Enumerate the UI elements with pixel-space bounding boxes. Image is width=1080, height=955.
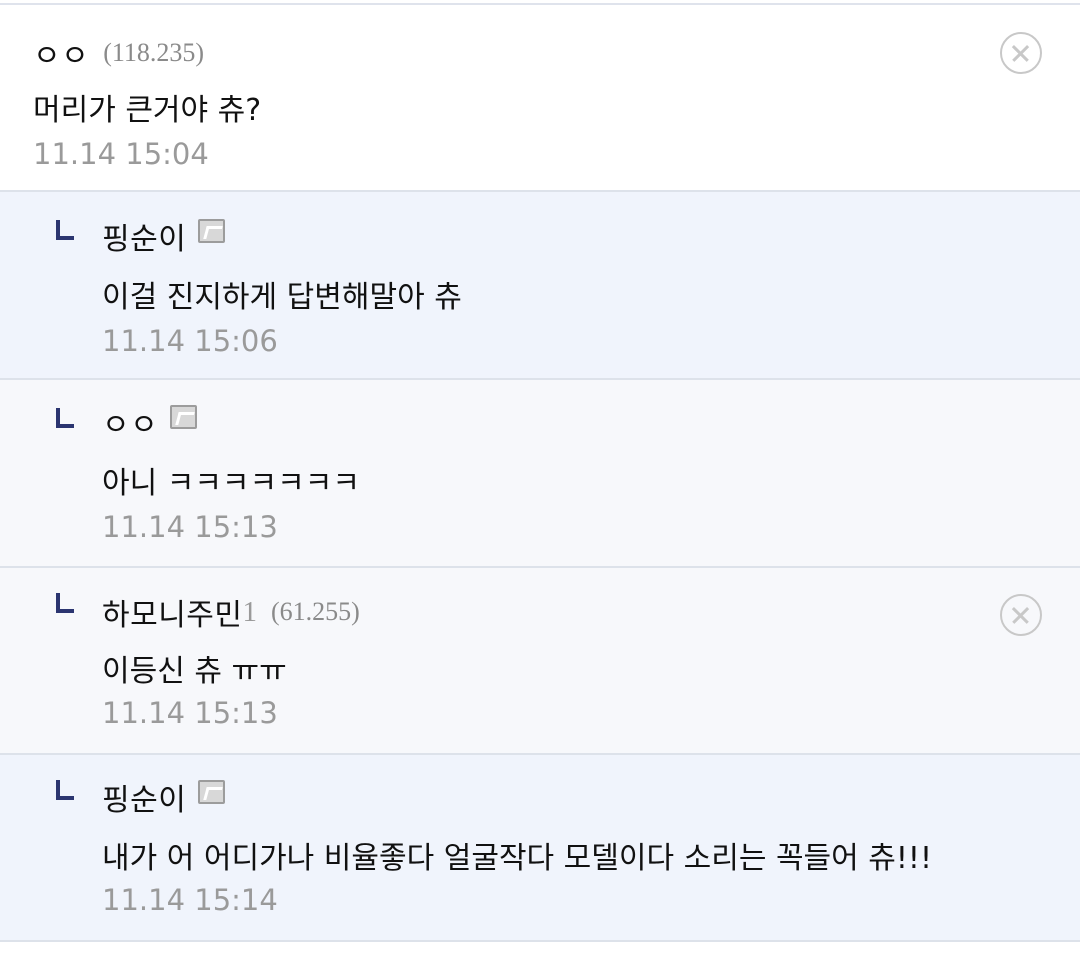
comment-nickname[interactable]: ㅇㅇ: [33, 31, 89, 75]
comment-nick-suffix: 1: [242, 595, 258, 628]
reply-arrow-icon: [56, 220, 74, 240]
comment-body: 이걸 진지하게 답변해말아 츄: [102, 280, 462, 315]
comment-header: 핑순이: [102, 775, 226, 819]
fixed-nick-icon: [170, 405, 198, 429]
reply-arrow-icon: [56, 408, 74, 428]
close-circle-icon[interactable]: [1000, 594, 1042, 636]
close-circle-icon[interactable]: [1000, 32, 1042, 74]
reply-arrow-icon: [56, 780, 74, 800]
comment-body: 이등신 츄 ㅠㅠ: [102, 654, 287, 689]
comment-timestamp: 11.14 15:06: [102, 324, 278, 358]
reply-arrow-icon: [56, 593, 74, 613]
comment-body: 머리가 큰거야 츄?: [33, 93, 262, 128]
comment-body: 아니 ㅋㅋㅋㅋㅋㅋㅋ: [102, 466, 360, 501]
comment-item: ㅇㅇ (118.235) 머리가 큰거야 츄? 11.14 15:04: [0, 5, 1080, 192]
comment-ip: (61.255): [271, 597, 360, 626]
comment-header: ㅇㅇ (118.235): [33, 31, 204, 75]
comment-nickname[interactable]: 하모니주민: [102, 590, 243, 634]
comment-header: 하모니주민 1 (61.255): [102, 590, 360, 634]
comment-body: 내가 어 어디가나 비율좋다 얼굴작다 모델이다 소리는 꼭들어 츄!!!: [102, 841, 932, 876]
reply-item: 핑순이 내가 어 어디가나 비율좋다 얼굴작다 모델이다 소리는 꼭들어 츄!!…: [0, 755, 1080, 942]
reply-item: 핑순이 이걸 진지하게 답변해말아 츄 11.14 15:06: [0, 192, 1080, 380]
comment-header: ㅇㅇ: [102, 400, 198, 444]
reply-item: 하모니주민 1 (61.255) 이등신 츄 ㅠㅠ 11.14 15:13: [0, 568, 1080, 755]
comment-nickname[interactable]: 핑순이: [102, 775, 186, 819]
comment-timestamp: 11.14 15:14: [102, 883, 278, 917]
comment-nickname[interactable]: ㅇㅇ: [102, 400, 158, 444]
reply-item: ㅇㅇ 아니 ㅋㅋㅋㅋㅋㅋㅋ 11.14 15:13: [0, 380, 1080, 568]
comment-header: 핑순이: [102, 214, 226, 258]
comment-ip: (118.235): [103, 38, 205, 67]
fixed-nick-icon: [198, 219, 226, 243]
comment-nickname[interactable]: 핑순이: [102, 214, 186, 258]
fixed-nick-icon: [198, 780, 226, 804]
comment-timestamp: 11.14 15:04: [33, 137, 209, 171]
comment-timestamp: 11.14 15:13: [102, 696, 278, 730]
comment-timestamp: 11.14 15:13: [102, 510, 278, 544]
